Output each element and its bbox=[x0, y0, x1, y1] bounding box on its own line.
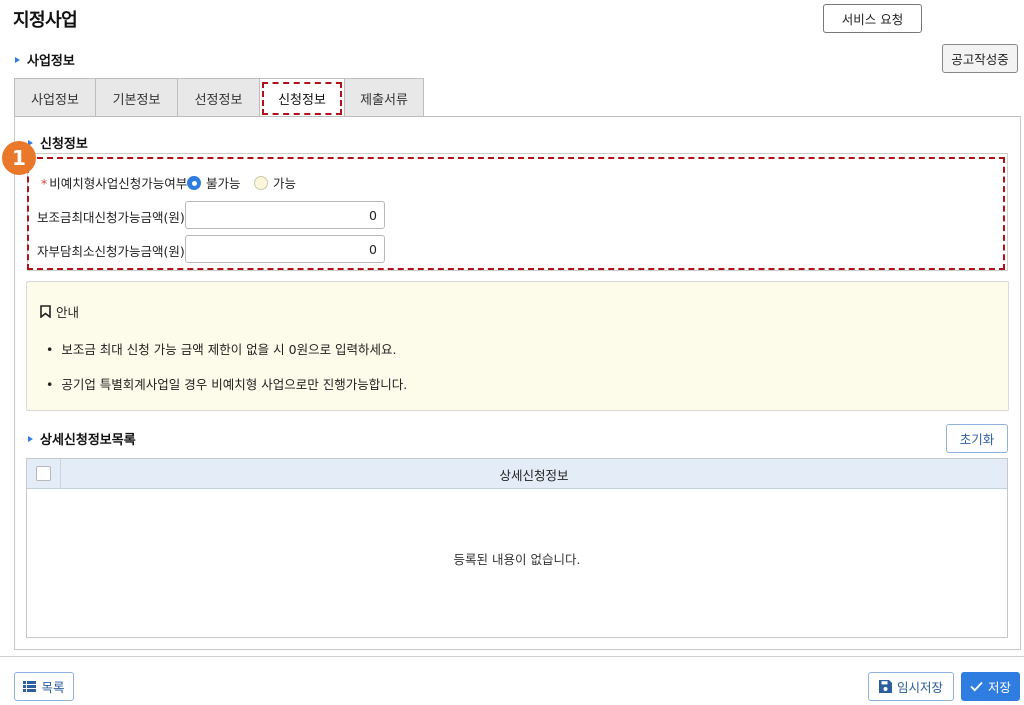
select-all-checkbox[interactable] bbox=[36, 466, 51, 481]
option-impossible[interactable]: 불가능 bbox=[187, 173, 241, 192]
tab-label: 기본정보 bbox=[112, 92, 161, 108]
step-badge: 1 bbox=[2, 141, 36, 175]
tab-label: 사업정보 bbox=[31, 92, 79, 108]
floppy-disk-icon bbox=[878, 680, 892, 693]
column-header-detail: 상세신청정보 bbox=[499, 467, 569, 483]
non-expense-label: * 비예치형사업신청가능여부 bbox=[41, 173, 187, 192]
save-button[interactable]: 저장 bbox=[961, 672, 1020, 701]
temp-save-button-label: 임시저장 bbox=[896, 680, 943, 695]
non-expense-label-text: 비예치형사업신청가능여부 bbox=[49, 176, 188, 191]
section-application-title: 신청정보 bbox=[28, 133, 88, 152]
notice-status-button[interactable]: 공고작성중 bbox=[942, 44, 1018, 73]
tab-label: 제출서류 bbox=[360, 92, 408, 108]
info-title: 안내 bbox=[40, 302, 79, 321]
max-subsidy-input[interactable] bbox=[185, 201, 385, 229]
min-selfpay-label: 자부담최소신청가능금액(원) bbox=[37, 244, 185, 259]
required-mark: * bbox=[41, 176, 48, 191]
list-button-label: 목록 bbox=[41, 680, 65, 695]
list-button[interactable]: 목록 bbox=[14, 672, 74, 701]
section-detail-title: 상세신청정보목록 bbox=[28, 429, 136, 448]
min-selfpay-input[interactable] bbox=[185, 235, 385, 263]
grid-header: 상세신청정보 bbox=[27, 459, 1007, 489]
option-impossible-label: 불가능 bbox=[206, 176, 241, 191]
info-title-text: 안내 bbox=[56, 305, 80, 320]
info-bullet-text: 보조금 최대 신청 가능 금액 제한이 없을 시 0원으로 입력하세요. bbox=[61, 342, 397, 357]
section-business-title-text: 사업정보 bbox=[27, 54, 75, 69]
radio-selected-icon[interactable] bbox=[187, 175, 201, 190]
temp-save-button[interactable]: 임시저장 bbox=[868, 672, 954, 701]
footer-divider bbox=[0, 656, 1024, 657]
bookmark-icon bbox=[40, 305, 51, 318]
section-marker-icon bbox=[28, 435, 33, 442]
option-possible-label: 가능 bbox=[273, 176, 297, 191]
list-icon bbox=[23, 681, 37, 692]
check-icon bbox=[970, 681, 983, 692]
empty-message: 등록된 내용이 없습니다. bbox=[453, 552, 581, 567]
tab-bar: 사업정보 기본정보 선정정보 신청정보 제출서류 bbox=[14, 78, 424, 117]
section-detail-title-text: 상세신청정보목록 bbox=[40, 433, 136, 448]
tab-basic-info[interactable]: 기본정보 bbox=[95, 78, 178, 117]
tab-documents[interactable]: 제출서류 bbox=[344, 78, 424, 117]
section-business-title: 사업정보 bbox=[15, 50, 75, 69]
max-subsidy-label: 보조금최대신청가능금액(원) bbox=[37, 210, 185, 225]
info-bullet: • 공기업 특별회계사업일 경우 비예치형 사업으로만 진행가능합니다. bbox=[46, 377, 408, 392]
save-button-label: 저장 bbox=[987, 680, 1011, 695]
detail-grid: 상세신청정보 등록된 내용이 없습니다. bbox=[26, 458, 1008, 638]
section-application-title-text: 신청정보 bbox=[40, 137, 88, 152]
info-bullet-text: 공기업 특별회계사업일 경우 비예치형 사업으로만 진행가능합니다. bbox=[61, 377, 408, 392]
info-bullet: • 보조금 최대 신청 가능 금액 제한이 없을 시 0원으로 입력하세요. bbox=[46, 342, 397, 357]
tab-application-info[interactable]: 신청정보 bbox=[259, 78, 345, 117]
tab-label: 신청정보 bbox=[278, 92, 326, 108]
radio-unselected-icon[interactable] bbox=[254, 175, 268, 190]
tab-business-info[interactable]: 사업정보 bbox=[14, 78, 96, 117]
reset-button[interactable]: 초기화 bbox=[946, 424, 1008, 453]
tab-label: 선정정보 bbox=[194, 92, 243, 108]
option-possible[interactable]: 가능 bbox=[254, 173, 296, 192]
tab-selection-info[interactable]: 선정정보 bbox=[177, 78, 260, 117]
service-request-button[interactable]: 서비스 요청 bbox=[823, 4, 922, 33]
section-marker-icon bbox=[15, 56, 20, 63]
page-title: 지정사업 bbox=[13, 10, 78, 31]
